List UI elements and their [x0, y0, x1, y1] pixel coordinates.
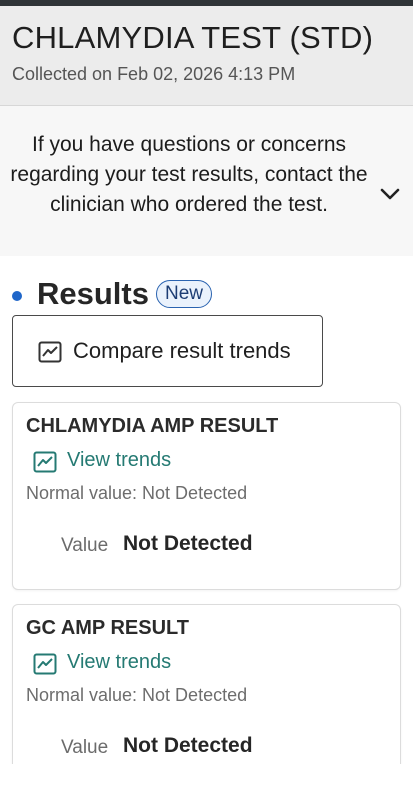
new-badge: New — [156, 280, 213, 308]
compare-label: Compare result trends — [73, 338, 291, 363]
clinician-notice[interactable]: If you have questions or concerns regard… — [0, 106, 413, 256]
result-name: GC AMP RESULT — [26, 617, 189, 639]
results-heading: Results New — [12, 276, 392, 316]
value-label: Value — [61, 737, 109, 758]
chevron-down-icon[interactable] — [378, 184, 402, 204]
collected-date: Collected on Feb 02, 2026 4:13 PM — [12, 64, 296, 84]
trend-chart-icon — [38, 341, 62, 363]
page-header: CHLAMYDIA TEST (STD) Collected on Feb 02… — [0, 6, 413, 106]
bottom-edge — [0, 764, 413, 800]
results-title: Results — [37, 276, 149, 311]
result-value: Not Detected — [123, 734, 253, 757]
new-indicator-dot — [12, 291, 22, 301]
compare-result-trends-button[interactable]: Compare result trends — [12, 315, 323, 387]
result-name: CHLAMYDIA AMP RESULT — [26, 415, 279, 437]
normal-value: Normal value: Not Detected — [26, 685, 248, 705]
view-trends-label: View trends — [67, 449, 172, 471]
view-trends-label: View trends — [67, 651, 172, 673]
notice-text: If you have questions or concerns regard… — [10, 133, 368, 216]
page-title: CHLAMYDIA TEST (STD) — [12, 20, 374, 55]
result-value: Not Detected — [123, 532, 253, 555]
trend-chart-icon — [33, 451, 57, 473]
value-label: Value — [61, 535, 109, 556]
trend-chart-icon — [33, 653, 57, 675]
normal-value: Normal value: Not Detected — [26, 483, 248, 503]
result-card: CHLAMYDIA AMP RESULT View trends Normal … — [12, 402, 401, 590]
